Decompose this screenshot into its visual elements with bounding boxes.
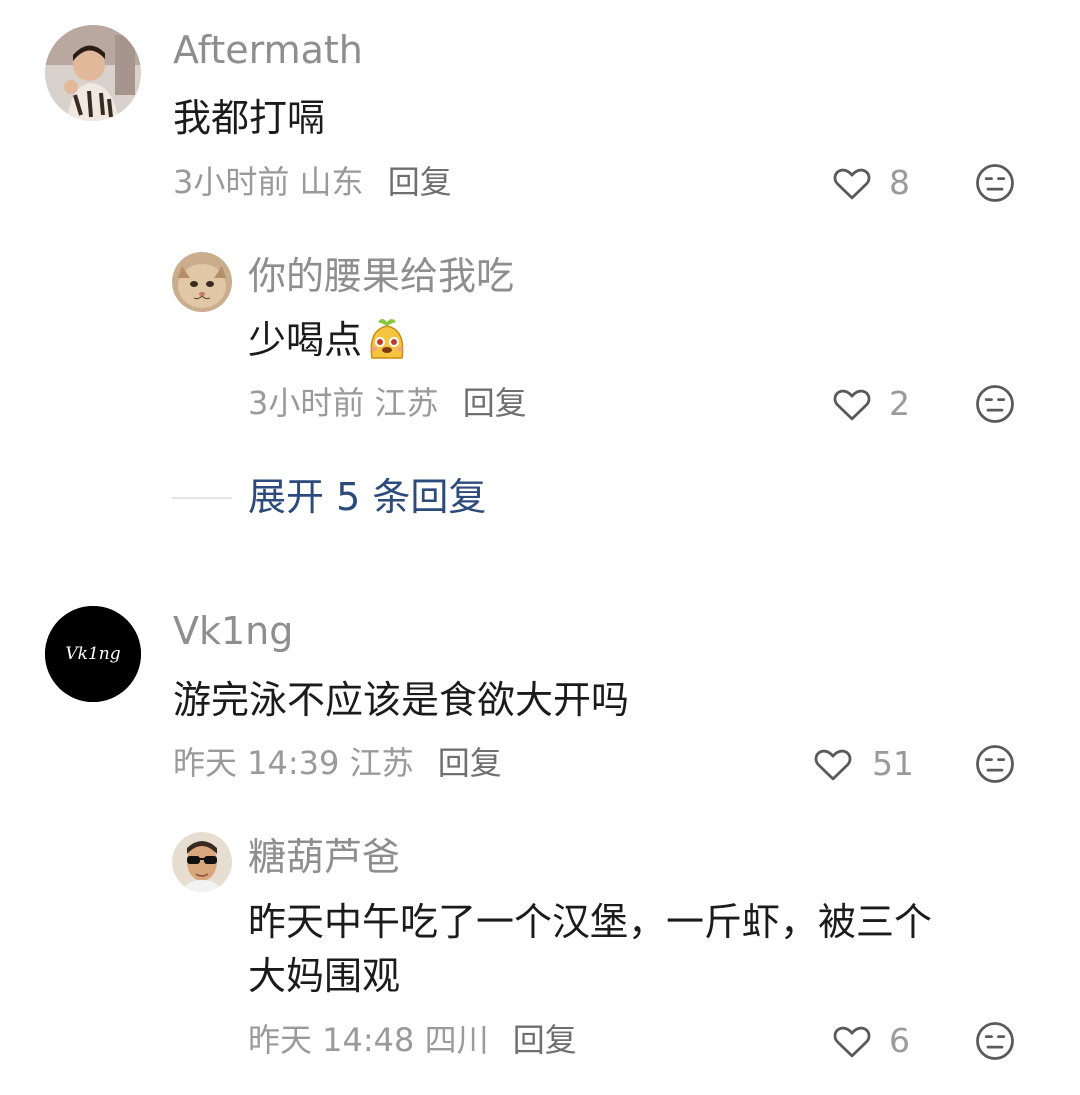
divider	[172, 497, 232, 499]
reply-button[interactable]: 回复	[438, 744, 502, 782]
timestamp: 昨天 14:48	[248, 1021, 415, 1059]
like-count: 2	[889, 384, 910, 423]
reply-button[interactable]: 回复	[463, 384, 527, 422]
like-count: 6	[889, 1021, 910, 1060]
username[interactable]: Vk1ng	[173, 612, 293, 650]
expand-replies-button[interactable]: 展开 5 条回复	[248, 478, 486, 516]
cute-sticker-icon	[364, 318, 410, 364]
comment-meta: 3小时前 山东 回复	[173, 166, 452, 198]
timestamp: 昨天 14:39	[173, 744, 340, 782]
avatar[interactable]	[172, 832, 232, 892]
reply-button[interactable]: 回复	[388, 163, 452, 201]
comment-meta: 昨天 14:39 江苏 回复	[173, 747, 502, 779]
location: 山东	[299, 163, 364, 201]
avatar-lettering: Vk1ng	[65, 644, 120, 664]
comment-text[interactable]: 昨天中午吃了一个汉堡，一斤虾，被三个 大妈围观	[248, 896, 1038, 1004]
like-count: 51	[872, 744, 914, 783]
comment-meta: 昨天 14:48 四川 回复	[248, 1024, 577, 1056]
heart-icon[interactable]	[831, 162, 873, 204]
dislike-face-icon[interactable]	[974, 383, 1016, 425]
reply-button[interactable]: 回复	[513, 1021, 577, 1059]
comment-text[interactable]: 游完泳不应该是食欲大开吗	[173, 674, 629, 728]
avatar[interactable]: Vk1ng	[45, 606, 141, 702]
avatar-logo: Vk1ng	[45, 606, 141, 702]
location: 江苏	[374, 384, 439, 422]
username[interactable]: 糖葫芦爸	[248, 838, 400, 876]
username[interactable]: Aftermath	[173, 31, 363, 69]
heart-icon[interactable]	[831, 1020, 873, 1062]
dislike-face-icon[interactable]	[974, 1020, 1016, 1062]
comment-text-line: 大妈围观	[248, 953, 401, 998]
dislike-face-icon[interactable]	[974, 162, 1016, 204]
timestamp: 3小时前	[248, 384, 365, 422]
location: 四川	[424, 1021, 489, 1059]
reply-text: 少喝点	[248, 318, 363, 362]
comment-text[interactable]: 少喝点	[248, 314, 410, 368]
avatar[interactable]	[45, 25, 141, 121]
dislike-face-icon[interactable]	[974, 743, 1016, 785]
comment-meta: 3小时前 江苏 回复	[248, 387, 527, 419]
heart-icon[interactable]	[812, 743, 854, 785]
like-count: 8	[889, 163, 910, 202]
heart-icon[interactable]	[831, 383, 873, 425]
username[interactable]: 你的腰果给我吃	[248, 257, 514, 295]
location: 江苏	[349, 744, 414, 782]
comment-text-line: 昨天中午吃了一个汉堡，一斤虾，被三个	[248, 900, 933, 944]
comment-text[interactable]: 我都打嗝	[173, 92, 325, 146]
avatar[interactable]	[172, 252, 232, 312]
timestamp: 3小时前	[173, 163, 290, 201]
